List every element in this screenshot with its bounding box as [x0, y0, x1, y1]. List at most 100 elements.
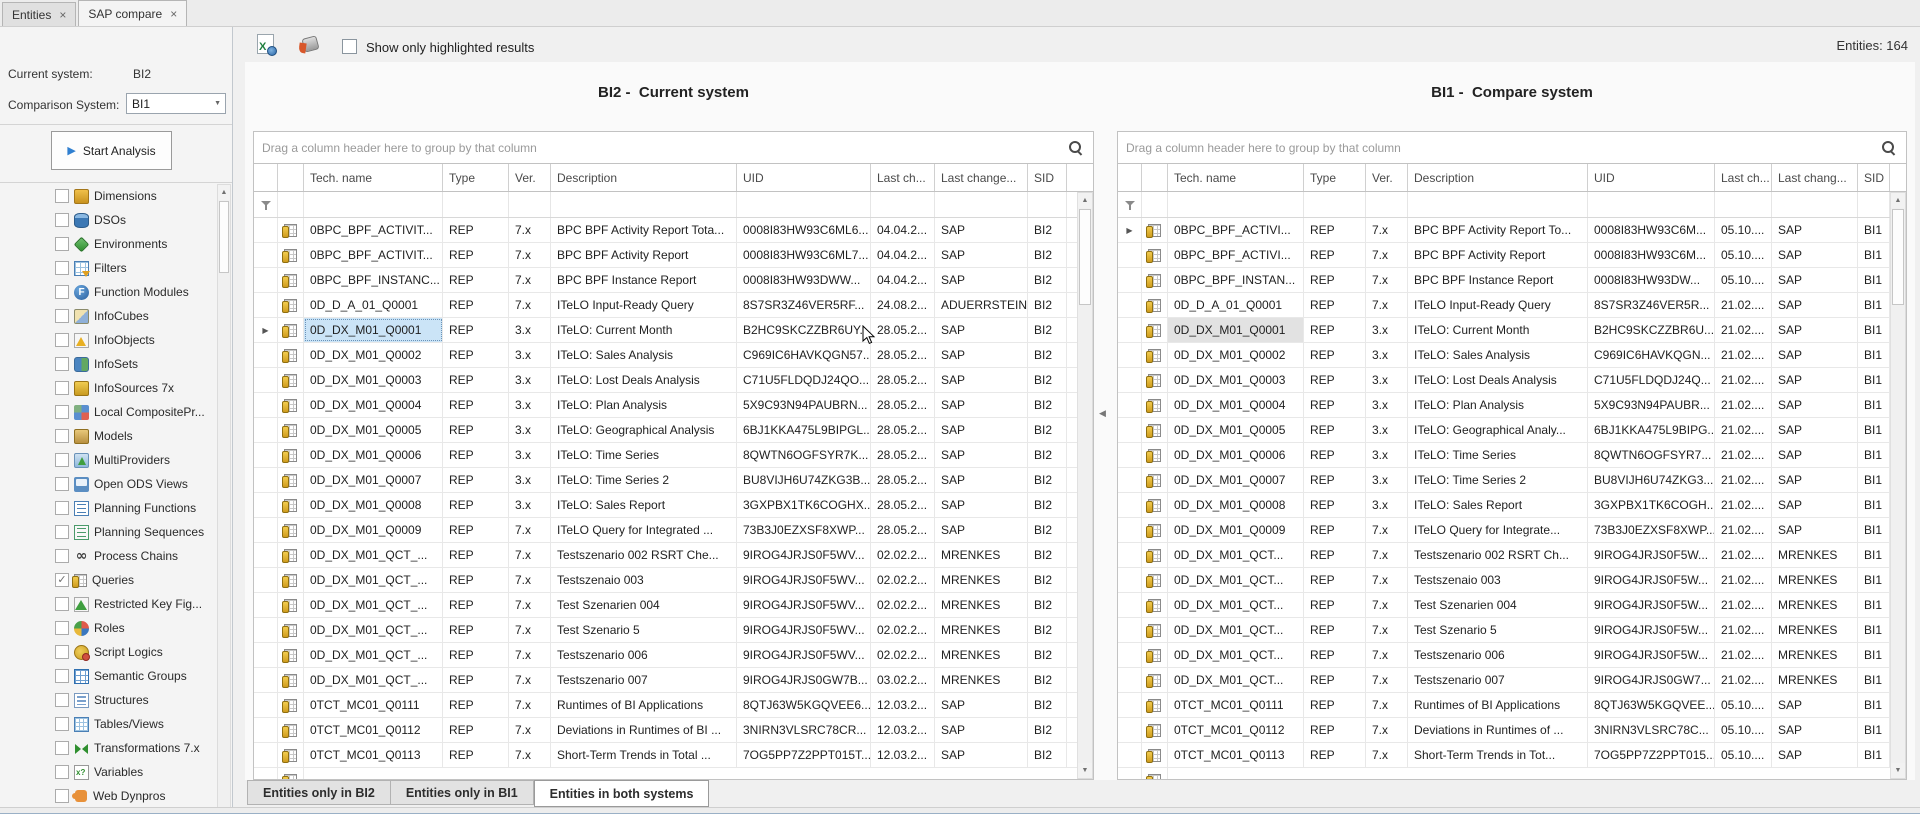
- cell-uid[interactable]: C71U5FLDQDJ24QO...: [737, 368, 871, 392]
- cell-sid[interactable]: BI1: [1858, 543, 1890, 567]
- cell-type[interactable]: REP: [1304, 243, 1366, 267]
- column-header-tech-name[interactable]: Tech. name: [1168, 164, 1304, 191]
- cell-tech-name[interactable]: 0D_DX_M01_Q0008: [1168, 493, 1304, 517]
- cell-uid[interactable]: BU8VIJH6U74ZKG3...: [1588, 468, 1715, 492]
- cell-tech-name[interactable]: 0D_DX_M01_Q0009: [304, 518, 443, 542]
- checkbox-restricted-key-fig[interactable]: [55, 597, 69, 611]
- table-row[interactable]: 0D_DX_M01_Q0005REP3.xITeLO: Geographical…: [1118, 418, 1906, 443]
- cell-description[interactable]: ITeLO: Time Series 2: [551, 468, 737, 492]
- cell-last-changed[interactable]: 28.05.2...: [871, 468, 935, 492]
- cell-uid[interactable]: 0008I83HW93DWW...: [737, 268, 871, 292]
- cell-description[interactable]: Testszenaio 003: [1408, 568, 1588, 592]
- table-row[interactable]: 0D_DX_M01_QCT_...REP7.xTestszenario 0079…: [254, 668, 1093, 693]
- cell-description[interactable]: Testszenaio 003: [551, 568, 737, 592]
- cell-description[interactable]: Test Szenario 5: [551, 618, 737, 642]
- cell-last-changed-by[interactable]: ADUERRSTEIN: [935, 293, 1028, 317]
- filter-row[interactable]: [254, 192, 1093, 218]
- cell-tech-name[interactable]: 0BPC_BPF_ACTIVI...: [1168, 243, 1304, 267]
- checkbox-filters[interactable]: [55, 261, 69, 275]
- cell-sid[interactable]: BI1: [1858, 493, 1890, 517]
- cell-uid[interactable]: 6BJ1KKA475L9BIPG...: [1588, 418, 1715, 442]
- checkbox-models[interactable]: [55, 429, 69, 443]
- filter-cell[interactable]: [278, 192, 304, 217]
- cell-sid[interactable]: BI1: [1858, 243, 1890, 267]
- cell-type[interactable]: REP: [1304, 518, 1366, 542]
- cell-last-changed-by[interactable]: MRENKES: [1772, 543, 1858, 567]
- cell-description[interactable]: Test Szenarien 004: [1408, 593, 1588, 617]
- cell-version[interactable]: 3.x: [1366, 343, 1408, 367]
- cell-tech-name[interactable]: 0D_D_A_01_Q0001: [1168, 293, 1304, 317]
- table-row[interactable]: 0TCT_MC01_Q0113REP7.xShort-Term Trends i…: [254, 743, 1093, 768]
- cell-last-changed[interactable]: 28.05.2...: [871, 518, 935, 542]
- cell-sid[interactable]: BI1: [1858, 368, 1890, 392]
- table-row[interactable]: 0D_DX_M01_Q0006REP3.xITeLO: Time Series8…: [1118, 443, 1906, 468]
- cell-last-changed[interactable]: 04.04.2...: [871, 243, 935, 267]
- checkbox-multiproviders[interactable]: [55, 453, 69, 467]
- cell-sid[interactable]: BI1: [1858, 718, 1890, 742]
- cell-tech-name[interactable]: 0D_DX_M01_Q0006: [304, 443, 443, 467]
- filter-cell[interactable]: [509, 192, 551, 217]
- cell-last-changed[interactable]: 28.05.2...: [871, 343, 935, 367]
- cell-tech-name[interactable]: 0D_DX_M01_QCT_...: [304, 543, 443, 567]
- cell-tech-name[interactable]: 0BPC_BPF_ACTIVIT...: [304, 243, 443, 267]
- cell-description[interactable]: Runtimes of BI Applications: [1408, 693, 1588, 717]
- cell-type[interactable]: REP: [443, 593, 509, 617]
- cell-sid[interactable]: BI2: [1028, 568, 1067, 592]
- close-icon[interactable]: ×: [170, 9, 177, 19]
- cell-version[interactable]: 3.x: [509, 493, 551, 517]
- cell-version[interactable]: 7.x: [1366, 543, 1408, 567]
- cell-description[interactable]: BPC BPF Instance Report: [551, 268, 737, 292]
- sidebar-item-tables-views[interactable]: Tables/Views: [0, 712, 216, 736]
- table-row[interactable]: 0D_DX_M01_QCT...REP7.xTest Szenarien 004…: [1118, 593, 1906, 618]
- cell-version[interactable]: 7.x: [1366, 518, 1408, 542]
- column-header-last-ch[interactable]: Last ch...: [871, 164, 935, 191]
- cell-last-changed-by[interactable]: MRENKES: [935, 668, 1028, 692]
- search-icon[interactable]: [1882, 141, 1896, 155]
- sidebar-item-structures[interactable]: Structures: [0, 688, 216, 712]
- table-row[interactable]: 0D_DX_M01_Q0003REP3.xITeLO: Lost Deals A…: [1118, 368, 1906, 393]
- cell-sid[interactable]: BI2: [1028, 618, 1067, 642]
- checkbox-planning-sequences[interactable]: [55, 525, 69, 539]
- result-tab-entities-only-in-bi2[interactable]: Entities only in BI2: [247, 780, 391, 805]
- cell-sid[interactable]: BI1: [1858, 268, 1890, 292]
- cell-description[interactable]: Short-Term Trends in Tot...: [1408, 743, 1588, 767]
- cell-version[interactable]: 7.x: [509, 293, 551, 317]
- cell-last-changed-by[interactable]: SAP: [1772, 418, 1858, 442]
- cell-uid[interactable]: 8S7SR3Z46VER5RF...: [737, 293, 871, 317]
- cell-tech-name[interactable]: 0BPC_BPF_ACTIVIT...: [304, 218, 443, 242]
- sidebar-item-infosources-7x[interactable]: InfoSources 7x: [0, 376, 216, 400]
- cell-last-changed-by[interactable]: SAP: [935, 518, 1028, 542]
- checkbox-script-logics[interactable]: [55, 645, 69, 659]
- cell-sid[interactable]: BI1: [1858, 668, 1890, 692]
- cell-uid[interactable]: 9IROG4JRJS0F5W...: [1588, 543, 1715, 567]
- cell-last-changed[interactable]: 21.02....: [1715, 468, 1772, 492]
- cell-type[interactable]: REP: [1304, 493, 1366, 517]
- sidebar-item-infosets[interactable]: InfoSets: [0, 352, 216, 376]
- checkbox-web-dynpros[interactable]: [55, 789, 69, 803]
- cell-type[interactable]: REP: [443, 393, 509, 417]
- checkbox-planning-functions[interactable]: [55, 501, 69, 515]
- cell-description[interactable]: Test Szenario 5: [1408, 618, 1588, 642]
- table-row[interactable]: 0D_DX_M01_Q0002REP3.xITeLO: Sales Analys…: [1118, 343, 1906, 368]
- cell-type[interactable]: REP: [1304, 568, 1366, 592]
- cell-tech-name[interactable]: 0D_DX_M01_Q0003: [1168, 368, 1304, 392]
- table-row[interactable]: 0TCT_MC01_Q0112REP7.xDeviations in Runti…: [254, 718, 1093, 743]
- cell-uid[interactable]: 3NIRN3VLSRC78C...: [1588, 718, 1715, 742]
- scrollbar-thumb[interactable]: [219, 201, 229, 273]
- table-row[interactable]: 0TCT_MC01_Q0111REP7.xRuntimes of BI Appl…: [254, 693, 1093, 718]
- cell-type[interactable]: REP: [1304, 268, 1366, 292]
- cell-uid[interactable]: 5X9C93N94PAUBRN...: [737, 393, 871, 417]
- cell-version[interactable]: 7.x: [1366, 743, 1408, 767]
- cell-last-changed[interactable]: 21.02....: [1715, 293, 1772, 317]
- cell-tech-name[interactable]: 0D_DX_M01_QCT_...: [304, 618, 443, 642]
- cell-description[interactable]: ITeLO: Plan Analysis: [551, 393, 737, 417]
- cell-version[interactable]: 3.x: [1366, 368, 1408, 392]
- cell-type[interactable]: REP: [1304, 318, 1366, 342]
- cell-sid[interactable]: BI2: [1028, 368, 1067, 392]
- column-header-last-chang[interactable]: Last chang...: [1772, 164, 1858, 191]
- export-to-excel-icon[interactable]: [257, 34, 274, 54]
- comparison-system-select[interactable]: BI1 ▼: [126, 93, 226, 114]
- cell-last-changed-by[interactable]: SAP: [1772, 743, 1858, 767]
- table-row[interactable]: 0D_DX_M01_Q0004REP3.xITeLO: Plan Analysi…: [254, 393, 1093, 418]
- cell-sid[interactable]: BI2: [1028, 668, 1067, 692]
